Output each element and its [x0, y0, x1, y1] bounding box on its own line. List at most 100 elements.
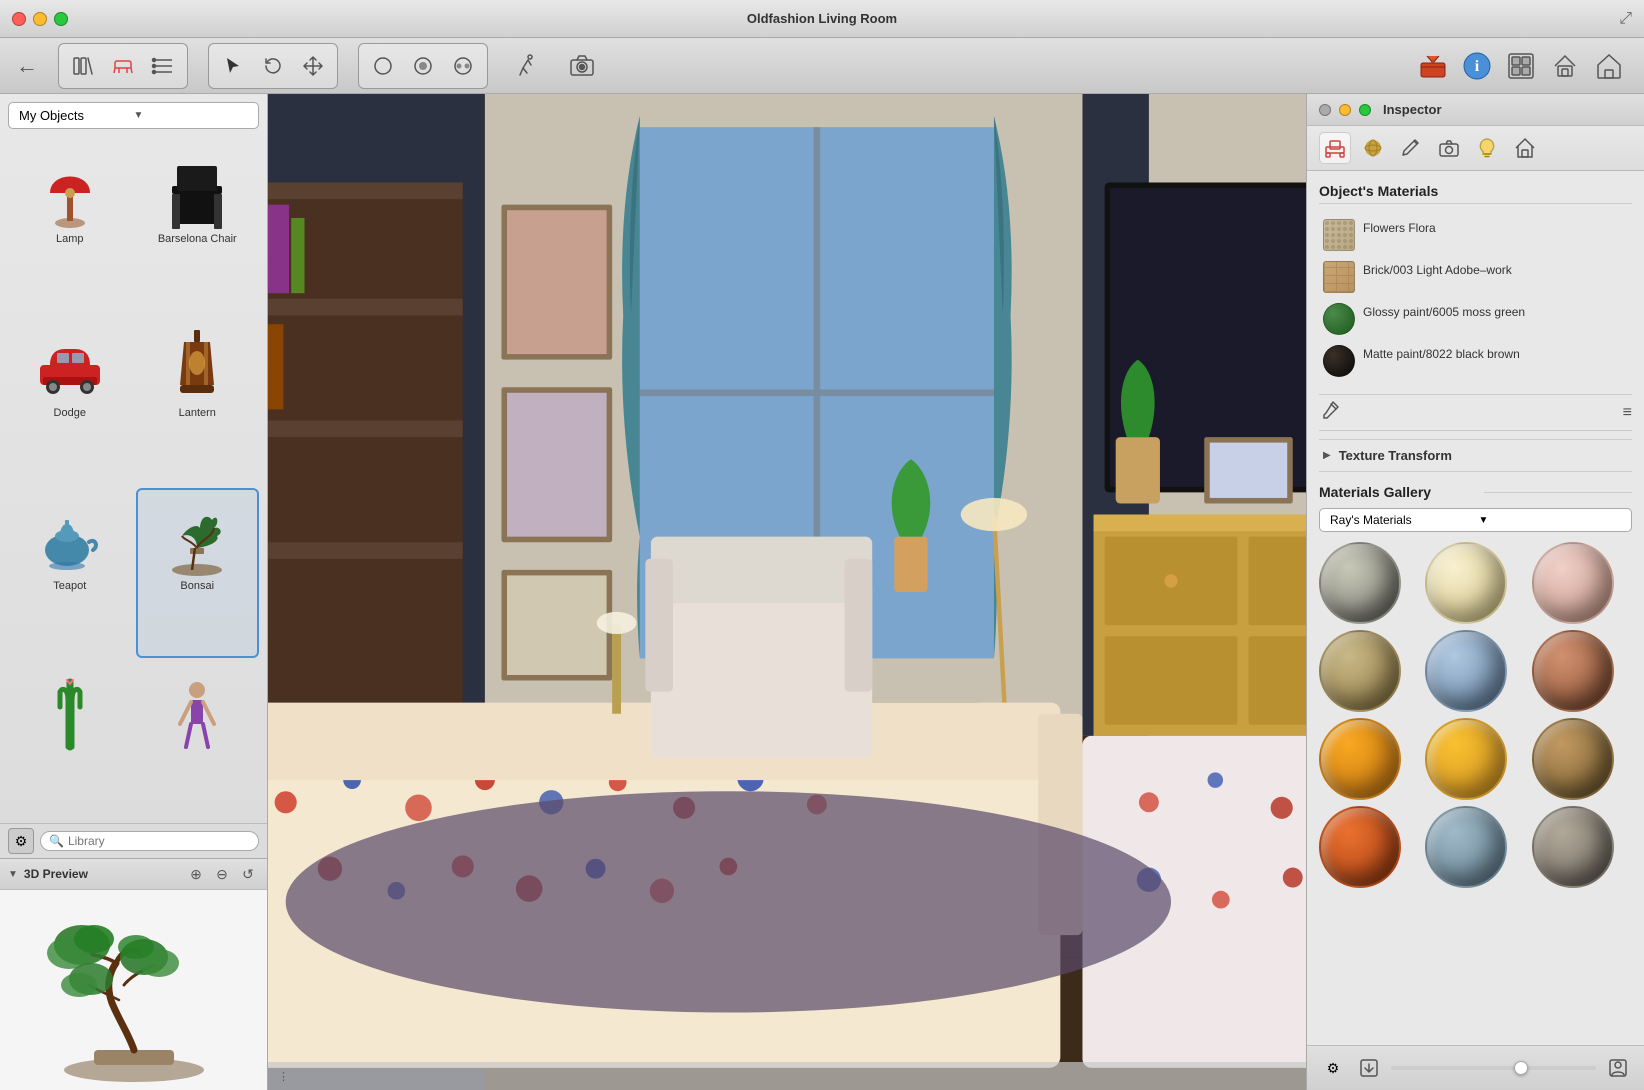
- tab-pencil[interactable]: [1395, 132, 1427, 164]
- home-icon[interactable]: [1590, 47, 1628, 85]
- list-icon[interactable]: [145, 48, 181, 84]
- zoom-out-button[interactable]: ⊖: [211, 863, 233, 885]
- swatch-brown-wood[interactable]: [1532, 718, 1614, 800]
- cactus-icon: [30, 672, 110, 752]
- lamp-label: Lamp: [56, 233, 84, 245]
- inspector-min-dot[interactable]: [1339, 104, 1351, 116]
- record-multi-button[interactable]: [445, 48, 481, 84]
- object-item-lamp[interactable]: Lamp: [8, 141, 132, 311]
- close-button[interactable]: [12, 12, 26, 26]
- gallery-dropdown[interactable]: Ray's Materials ▼: [1319, 508, 1632, 532]
- bottom-gear-button[interactable]: ⚙: [1319, 1054, 1347, 1082]
- chair-label: Barselona Chair: [158, 233, 237, 245]
- materials-gallery-header: Materials Gallery: [1319, 484, 1632, 500]
- gear-button[interactable]: ⚙: [8, 828, 34, 854]
- object-item-dodge[interactable]: Dodge: [8, 315, 132, 485]
- inspector-max-dot[interactable]: [1359, 104, 1371, 116]
- tab-house[interactable]: [1509, 132, 1541, 164]
- figure-icon: [157, 672, 237, 752]
- material-item-flowers-flora[interactable]: Flowers Flora: [1319, 214, 1632, 256]
- eyedropper-button[interactable]: [1319, 399, 1341, 426]
- swatch-cream-floral[interactable]: [1425, 542, 1507, 624]
- cursor-tool[interactable]: [215, 48, 251, 84]
- inspector-title: Inspector: [1383, 102, 1442, 117]
- teapot-label: Teapot: [53, 580, 86, 592]
- object-item-cactus[interactable]: [8, 662, 132, 820]
- search-input[interactable]: [68, 834, 250, 848]
- layout-icon[interactable]: [1502, 47, 1540, 85]
- dodge-icon: [30, 325, 110, 405]
- object-item-bonsai[interactable]: Bonsai: [136, 488, 260, 658]
- bottom-person-button[interactable]: [1604, 1054, 1632, 1082]
- swatch-steel-blue[interactable]: [1425, 806, 1507, 888]
- preview-header: ▼ 3D Preview ⊕ ⊖ ↺: [0, 859, 267, 890]
- minimize-button[interactable]: [33, 12, 47, 26]
- title-bar: Oldfashion Living Room ⤢: [0, 0, 1644, 38]
- back-button[interactable]: ←: [16, 53, 38, 79]
- window-title: Oldfashion Living Room: [747, 11, 897, 26]
- library-icon[interactable]: [65, 48, 101, 84]
- menu-icon[interactable]: ≡: [1623, 404, 1632, 422]
- object-item-teapot[interactable]: Teapot: [8, 488, 132, 658]
- main-content: My Objects ▼ Lamp: [0, 94, 1644, 1090]
- glossy-name: Glossy paint/6005 moss green: [1363, 303, 1525, 321]
- bottom-import-button[interactable]: [1355, 1054, 1383, 1082]
- swatch-red-orange[interactable]: [1319, 806, 1401, 888]
- bonsai-label: Bonsai: [180, 580, 214, 592]
- object-item-chair[interactable]: Barselona Chair: [136, 141, 260, 311]
- svg-text:i: i: [1475, 58, 1480, 75]
- material-item-glossy[interactable]: Glossy paint/6005 moss green: [1319, 298, 1632, 340]
- triangle-icon: ▼: [8, 869, 18, 880]
- object-item-figure[interactable]: [136, 662, 260, 820]
- toolbar-right: i: [1414, 47, 1628, 85]
- swatch-tan-damask[interactable]: [1319, 630, 1401, 712]
- rotate-tool[interactable]: [255, 48, 291, 84]
- swatch-blue-argyle[interactable]: [1425, 630, 1507, 712]
- camera-tool[interactable]: [564, 48, 600, 84]
- flowers-flora-swatch: [1323, 219, 1355, 251]
- move-tool[interactable]: [295, 48, 331, 84]
- object-item-lantern[interactable]: Lantern: [136, 315, 260, 485]
- glossy-swatch: [1323, 303, 1355, 335]
- slider-thumb[interactable]: [1514, 1061, 1528, 1075]
- maximize-button[interactable]: [54, 12, 68, 26]
- materials-list: Flowers Flora Brick/003 Light Adobe–work…: [1319, 214, 1632, 382]
- inspector-close-dot[interactable]: [1319, 104, 1331, 116]
- lantern-icon: [157, 325, 237, 405]
- home-layout-icon[interactable]: [1546, 47, 1584, 85]
- swatch-pink-floral[interactable]: [1532, 542, 1614, 624]
- record-button[interactable]: [405, 48, 441, 84]
- package-icon[interactable]: [1414, 47, 1452, 85]
- window-controls[interactable]: [12, 12, 68, 26]
- brick-name: Brick/003 Light Adobe–work: [1363, 261, 1512, 279]
- record-off-button[interactable]: [365, 48, 401, 84]
- rotate-preview-button[interactable]: ↺: [237, 863, 259, 885]
- objects-dropdown[interactable]: My Objects ▼: [8, 102, 259, 129]
- material-item-matte[interactable]: Matte paint/8022 black brown: [1319, 340, 1632, 382]
- search-box[interactable]: 🔍: [40, 831, 259, 851]
- walk-tool[interactable]: [508, 48, 544, 84]
- tab-sphere[interactable]: [1357, 132, 1389, 164]
- swatch-copper-wood[interactable]: [1532, 630, 1614, 712]
- chair-icon[interactable]: [105, 48, 141, 84]
- record-toolbar-group: [358, 43, 488, 89]
- swatch-orange[interactable]: [1319, 718, 1401, 800]
- swatch-yellow-orange[interactable]: [1425, 718, 1507, 800]
- center-viewport[interactable]: ⋮: [268, 94, 1306, 1090]
- swatch-gray[interactable]: [1532, 806, 1614, 888]
- objects-grid: Lamp Barselona Chair: [0, 137, 267, 823]
- material-item-brick[interactable]: Brick/003 Light Adobe–work: [1319, 256, 1632, 298]
- swatch-gray-floral[interactable]: [1319, 542, 1401, 624]
- tab-lightbulb[interactable]: [1471, 132, 1503, 164]
- info-icon[interactable]: i: [1458, 47, 1496, 85]
- left-sidebar: My Objects ▼ Lamp: [0, 94, 268, 1090]
- tab-camera[interactable]: [1433, 132, 1465, 164]
- resize-icon[interactable]: ⤢: [1619, 10, 1632, 28]
- tab-furniture[interactable]: [1319, 132, 1351, 164]
- inspector-title-bar: Inspector: [1307, 94, 1644, 126]
- brick-swatch: [1323, 261, 1355, 293]
- triangle-right-icon: ▶: [1323, 450, 1331, 461]
- texture-transform-row[interactable]: ▶ Texture Transform: [1319, 439, 1632, 472]
- slider-track[interactable]: [1391, 1066, 1596, 1070]
- zoom-in-button[interactable]: ⊕: [185, 863, 207, 885]
